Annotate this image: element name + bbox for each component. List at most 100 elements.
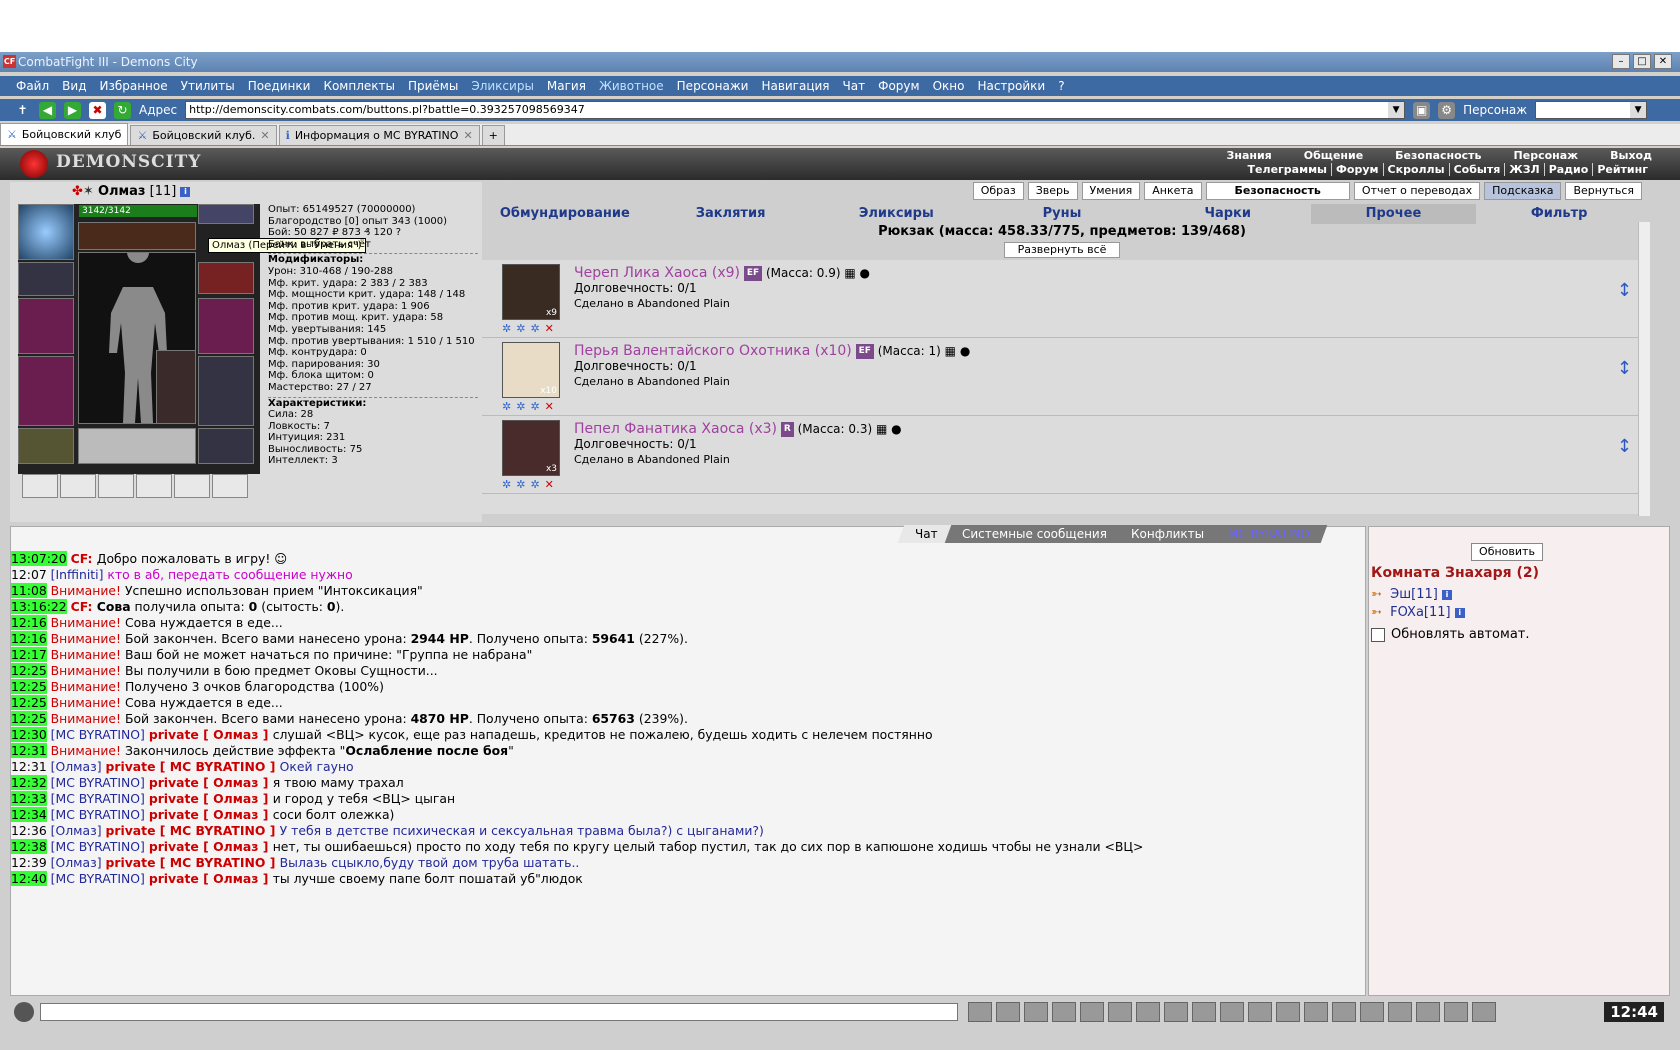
action-group-icon[interactable]: [136, 474, 172, 498]
header-subnav-item[interactable]: Форум: [1332, 163, 1384, 176]
menu-item[interactable]: Приёмы: [408, 79, 458, 93]
inventory-button[interactable]: Умения: [1081, 182, 1141, 200]
menu-item[interactable]: Окно: [933, 79, 965, 93]
page-icon[interactable]: ▣: [1413, 101, 1431, 119]
gloves-slot[interactable]: [198, 262, 254, 294]
action-slot-icon[interactable]: [60, 474, 96, 498]
chat-timestamp[interactable]: 12:38: [11, 839, 47, 854]
chat-tab[interactable]: Системные сообщения: [944, 525, 1124, 543]
auto-refresh[interactable]: Обновлять автомат.: [1371, 627, 1530, 642]
address-dropdown-icon[interactable]: ▼: [1388, 102, 1405, 118]
action-cancel-icon[interactable]: [174, 474, 210, 498]
use-icon[interactable]: ✲: [502, 478, 511, 491]
exit-icon[interactable]: [1472, 1002, 1496, 1022]
legs-slot[interactable]: [198, 356, 254, 426]
amulet-slot[interactable]: [198, 204, 254, 224]
item-image[interactable]: x3: [502, 420, 560, 476]
chat-input[interactable]: [40, 1003, 958, 1021]
chat-timestamp[interactable]: 13:16:22: [11, 599, 67, 614]
room-user[interactable]: ➳ FOXa[11] i: [1371, 605, 1465, 620]
chat-timestamp[interactable]: 12:07: [11, 567, 47, 582]
use-icon[interactable]: ✲: [502, 322, 511, 335]
menu-item[interactable]: Магия: [547, 79, 586, 93]
header-subnav-item[interactable]: Телеграммы: [1244, 163, 1333, 176]
fight-icon[interactable]: [1080, 1002, 1104, 1022]
header-subnav-item[interactable]: Скроллы: [1384, 163, 1450, 176]
characteristics-title[interactable]: Характеристики:: [268, 396, 478, 410]
menu-item[interactable]: ?: [1058, 79, 1064, 93]
inventory-category-tab[interactable]: Эликсиры: [813, 204, 979, 224]
transfer-icon[interactable]: ✲: [516, 322, 525, 335]
transfer-icon[interactable]: ✲: [516, 400, 525, 413]
action-slot-icon[interactable]: [98, 474, 134, 498]
menu-item[interactable]: Форум: [878, 79, 919, 93]
close-button[interactable]: ✕: [1654, 54, 1672, 69]
boots-slot[interactable]: [198, 428, 254, 464]
chat-tab[interactable]: MC BYRATINO: [1210, 525, 1327, 543]
chat-timestamp[interactable]: 13:07:20: [11, 551, 67, 566]
clan-chat-icon[interactable]: [1192, 1002, 1216, 1022]
send-icon[interactable]: [968, 1002, 992, 1022]
speaker-icon[interactable]: [14, 1002, 34, 1022]
inventory-category-tab[interactable]: Заклятия: [648, 204, 814, 224]
inventory-category-tab[interactable]: Прочее: [1310, 204, 1477, 224]
chat-timestamp[interactable]: 12:16: [11, 631, 47, 646]
save-icon[interactable]: [1052, 1002, 1076, 1022]
maximize-button[interactable]: □: [1633, 54, 1651, 69]
menu-item[interactable]: Файл: [16, 79, 49, 93]
scroll-icon[interactable]: [1220, 1002, 1244, 1022]
chat-timestamp[interactable]: 12:31: [11, 743, 47, 758]
header-nav-item[interactable]: Знания: [1211, 149, 1288, 162]
inventory-button[interactable]: Безопасность: [1205, 182, 1350, 200]
chat-tab[interactable]: Конфликты: [1113, 525, 1221, 543]
chat-timestamp[interactable]: 12:39: [11, 855, 47, 870]
item-name[interactable]: Пепел Фанатика Хаоса (x3): [574, 421, 777, 437]
inventory-category-tab[interactable]: Руны: [979, 204, 1145, 224]
weapon-right-slot[interactable]: [198, 298, 254, 354]
chat-timestamp[interactable]: 11:08: [11, 583, 47, 598]
chat-timestamp[interactable]: 12:30: [11, 727, 47, 742]
minimize-button[interactable]: –: [1612, 54, 1630, 69]
character-name[interactable]: Олмаз: [98, 184, 146, 199]
menu-item[interactable]: Поединки: [248, 79, 311, 93]
elixir-icon[interactable]: [1332, 1002, 1356, 1022]
delete-icon[interactable]: ✕: [545, 322, 554, 335]
inventory-category-tab[interactable]: Обмундирование: [482, 204, 648, 224]
info-icon[interactable]: i: [1454, 607, 1465, 618]
chat-timestamp[interactable]: 12:33: [11, 791, 47, 806]
header-subnav-item[interactable]: Рейтинг: [1593, 163, 1652, 176]
repair-icon[interactable]: ✲: [530, 322, 539, 335]
menu-item[interactable]: Избранное: [99, 79, 167, 93]
new-tab-button[interactable]: +: [481, 125, 505, 145]
inventory-button[interactable]: Образ: [972, 182, 1024, 200]
menu-item[interactable]: Эликсиры: [471, 79, 534, 93]
translit-icon[interactable]: [1108, 1002, 1132, 1022]
move-arrow-icon[interactable]: ↕: [1617, 280, 1632, 301]
repair-icon[interactable]: ✲: [530, 478, 539, 491]
stop-icon[interactable]: ✖: [89, 101, 106, 119]
menu-item[interactable]: Навигация: [761, 79, 829, 93]
menu-item[interactable]: Вид: [62, 79, 86, 93]
attack-icon[interactable]: ➳: [1371, 605, 1382, 620]
item-image[interactable]: x10: [502, 342, 560, 398]
header-nav-item[interactable]: Общение: [1288, 149, 1379, 162]
move-arrow-icon[interactable]: ↕: [1617, 436, 1632, 457]
spell-icon[interactable]: [1360, 1002, 1384, 1022]
pin-icon[interactable]: ✝: [14, 102, 31, 119]
bracer-slot[interactable]: [18, 262, 74, 296]
chat-timestamp[interactable]: 12:36: [11, 823, 47, 838]
pet-owl-slot[interactable]: [156, 350, 196, 424]
auto-refresh-checkbox[interactable]: [1371, 627, 1385, 642]
chat-timestamp[interactable]: 12:40: [11, 871, 47, 886]
persona-select[interactable]: ▼: [1535, 101, 1648, 119]
address-input[interactable]: http://demonscity.combats.com/buttons.pl…: [185, 101, 1406, 119]
pet-icon[interactable]: [1416, 1002, 1440, 1022]
delete-icon[interactable]: ✕: [545, 400, 554, 413]
info-icon[interactable]: i: [180, 186, 191, 197]
tab-close-icon[interactable]: ✕: [260, 127, 269, 145]
use-icon[interactable]: ✲: [502, 400, 511, 413]
header-subnav-item[interactable]: Событя: [1450, 163, 1506, 176]
flag-icon[interactable]: [1444, 1002, 1468, 1022]
refresh-button[interactable]: Обновить: [1471, 543, 1543, 561]
menu-item[interactable]: Персонажи: [677, 79, 749, 93]
